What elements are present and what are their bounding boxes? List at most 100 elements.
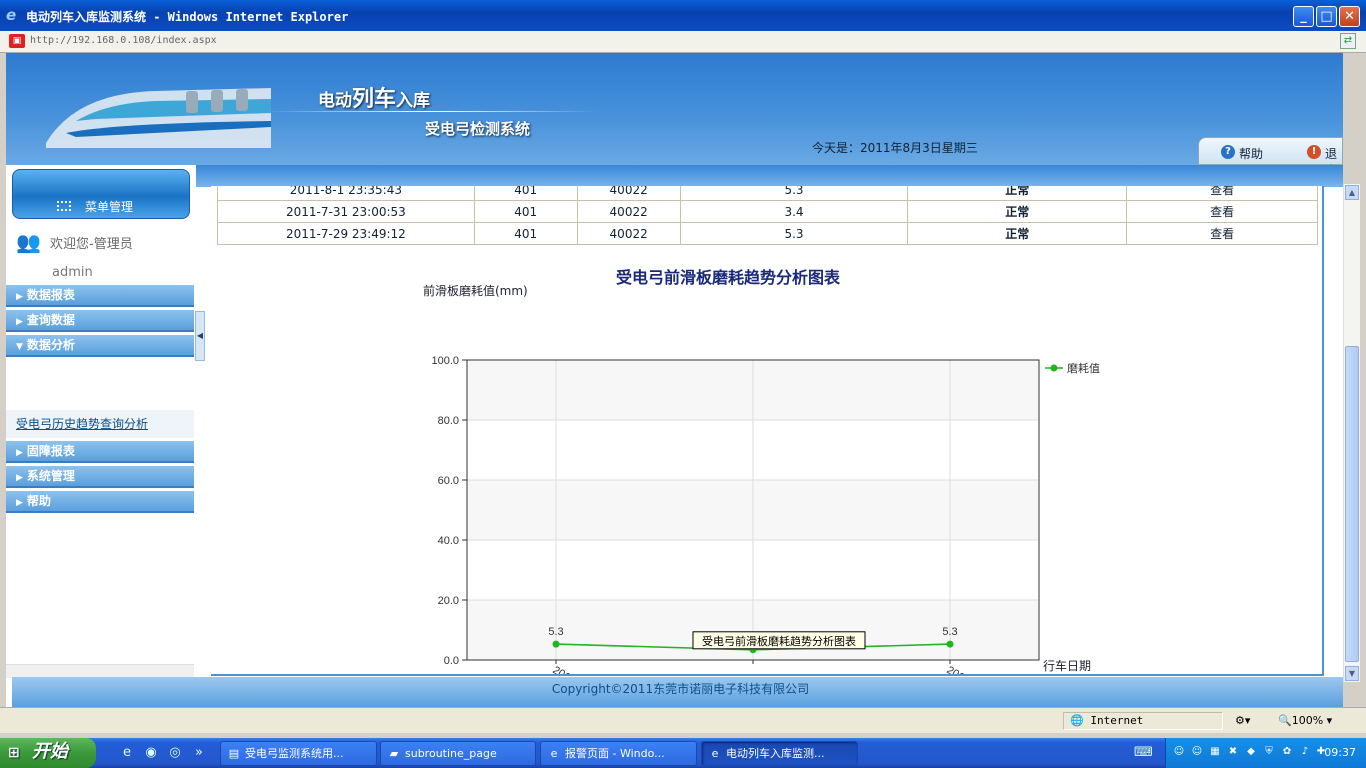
user-icon: 👥	[16, 230, 41, 254]
network-warning-icon[interactable]: ✖	[1226, 745, 1240, 759]
system-tray: ☺ ☺ ▦ ✖ ◆ ⛨ ✿ ♪ ✚ 09:37	[1165, 738, 1366, 768]
zone-label: Internet	[1090, 714, 1144, 727]
chart: 0.0 20.0 40.0 60.0 80.0 100.0 2011-08-01 2011-0…	[431, 355, 1100, 674]
page-vscrollbar[interactable]: ▲ ▼	[1343, 184, 1360, 682]
start-button[interactable]: ⊞ 开始	[0, 738, 96, 768]
sidebar-toggle[interactable]: ◀	[195, 311, 205, 361]
sidebar: 菜单管理 👥 欢迎您-管理员 admin ▶ 数据报表 ▶ 查询数据 ▼ 数据分析 受…	[6, 165, 195, 678]
help-link[interactable]: 帮助	[1239, 145, 1263, 162]
data-label: 5.3	[548, 626, 563, 638]
cell-status: 正常	[907, 186, 1128, 201]
task-label: subroutine_page	[405, 747, 497, 760]
browser-quicklaunch-icon[interactable]: ◎	[166, 744, 184, 762]
maximize-button[interactable]: □	[1316, 6, 1337, 27]
media-quicklaunch-icon[interactable]: ◉	[142, 744, 160, 762]
view-link[interactable]: 查看	[1126, 186, 1318, 201]
compat-view-icon[interactable]: ⇄	[1340, 33, 1356, 49]
cell-code: 40022	[576, 200, 681, 223]
windows-flag-icon: ⊞	[8, 745, 20, 761]
scroll-up-button[interactable]: ▲	[1345, 185, 1359, 200]
keyboard-icon[interactable]: ⌨	[1134, 744, 1153, 762]
internet-zone: 🌐 Internet	[1070, 714, 1143, 727]
protected-mode-icon[interactable]: ⚙▾	[1235, 714, 1250, 727]
welcome-text: 欢迎您-管理员	[50, 237, 133, 252]
expand-arrow-icon: ▶	[16, 473, 23, 483]
web-page: 电动列车入库 受电弓检测系统 今天是：2011年8月3日星期三 ? 帮助 ! 退…	[6, 53, 1343, 707]
nav-data-report[interactable]: ▶ 数据报表	[6, 285, 194, 307]
window-title-bar: e 电动列车入库监测系统 - Windows Internet Explorer…	[0, 0, 1366, 31]
zoom-control[interactable]: 🔍100% ▾	[1278, 714, 1332, 727]
close-button[interactable]: ✕	[1339, 6, 1360, 27]
page-footer: Copyright©2011东莞市诺丽电子科技有限公司	[12, 677, 1343, 707]
ie-icon: e	[550, 747, 558, 760]
history-trend-link[interactable]: 受电弓历史趋势查询分析	[16, 417, 148, 431]
help-icon[interactable]: ?	[1221, 145, 1235, 159]
network-icon[interactable]: ▦	[1208, 745, 1222, 759]
cell-train: 401	[473, 186, 578, 201]
ie-icon: e	[6, 6, 17, 24]
document-icon: ▤	[228, 747, 240, 760]
logo-text-3: 入库	[396, 91, 431, 111]
cell-status: 正常	[907, 222, 1128, 245]
nav-query-data[interactable]: ▶ 查询数据	[6, 310, 194, 332]
nav-label: 数据分析	[26, 338, 75, 352]
view-link[interactable]: 查看	[1126, 200, 1318, 223]
y-tick-label: 60.0	[438, 475, 459, 487]
start-label: 开始	[32, 741, 68, 762]
legend-label: 磨耗值	[1067, 362, 1100, 375]
cell-wear: 3.4	[679, 200, 909, 223]
logo-text-2: 列车	[352, 87, 397, 112]
nav-data-analysis[interactable]: ▼ 数据分析	[6, 335, 194, 357]
y-tick-label: 40.0	[438, 535, 459, 547]
nav-help[interactable]: ▶ 帮助	[6, 491, 194, 513]
ie-quicklaunch-icon[interactable]: e	[118, 744, 136, 762]
exit-icon[interactable]: !	[1307, 145, 1321, 159]
magnifier-icon: 🔍	[1278, 714, 1292, 727]
copyright-text: Copyright©2011东莞市诺丽电子科技有限公司	[551, 682, 810, 696]
status-bar: 🌐 Internet ⚙▾ 🔍100% ▾	[0, 707, 1366, 733]
globe-icon: 🌐	[1070, 714, 1084, 727]
site-banner: 电动列车入库 受电弓检测系统 今天是：2011年8月3日星期三 ? 帮助 ! 退…	[6, 53, 1343, 178]
expand-arrow-icon: ▶	[16, 498, 23, 508]
minimize-button[interactable]: _	[1293, 6, 1314, 27]
cell-train: 401	[473, 200, 578, 223]
sidebar-hscrollbar[interactable]	[6, 664, 194, 678]
chart-tooltip-text: 受电弓前滑板磨耗趋势分析图表	[702, 634, 856, 648]
logo-divider	[266, 111, 596, 112]
logo-text-1: 电动	[318, 91, 352, 111]
qq2-icon[interactable]: ☺	[1190, 745, 1204, 759]
site-subtitle: 受电弓检测系统	[425, 120, 531, 138]
folder-icon: ▰	[389, 747, 399, 760]
train-graphic	[46, 88, 271, 148]
table-row: 2011-8-1 23:35:43 401 40022 5.3 正常 查看	[217, 186, 1318, 201]
antivirus-icon[interactable]: ✿	[1280, 745, 1294, 759]
security-icon[interactable]: ◆	[1244, 745, 1258, 759]
nav-label: 帮助	[26, 494, 51, 508]
qq-icon[interactable]: ☺	[1172, 745, 1186, 759]
cell-status: 正常	[907, 200, 1128, 223]
task-alarm-page[interactable]: e 报警页面 - Windo...	[540, 741, 697, 766]
cell-wear: 5.3	[679, 186, 909, 201]
menu-header: 菜单管理	[12, 169, 190, 219]
content-header-band	[196, 165, 1343, 187]
nav-label: 系统管理	[26, 469, 75, 483]
nav-system-admin[interactable]: ▶ 系统管理	[6, 466, 194, 488]
task-pantograph-manual[interactable]: ▤ 受电弓监测系统用...	[220, 741, 377, 766]
view-link[interactable]: 查看	[1126, 222, 1318, 245]
task-subroutine-page[interactable]: ▰ subroutine_page	[380, 741, 536, 766]
scroll-down-button[interactable]: ▼	[1345, 666, 1359, 681]
volume-icon[interactable]: ♪	[1298, 745, 1312, 759]
more-quicklaunch-icon[interactable]: »	[190, 744, 208, 762]
task-train-monitor[interactable]: e 电动列车入库监测...	[701, 741, 858, 766]
chart-xlabel: 行车日期	[1043, 658, 1091, 673]
shield-icon[interactable]: ⛨	[1262, 745, 1276, 759]
menu-title: 菜单管理	[85, 200, 134, 214]
nav-fault-report[interactable]: ▶ 固障报表	[6, 441, 194, 463]
window-title: 电动列车入库监测系统 - Windows Internet Explorer	[26, 10, 349, 24]
scroll-thumb[interactable]	[1345, 346, 1359, 662]
legend-marker	[1050, 364, 1058, 372]
address-url[interactable]: http://192.168.0.108/index.aspx	[30, 35, 217, 46]
chart-title: 受电弓前滑板磨耗趋势分析图表	[616, 268, 841, 287]
y-tick-label: 0.0	[444, 655, 459, 667]
page-icon: ▣	[9, 34, 25, 48]
